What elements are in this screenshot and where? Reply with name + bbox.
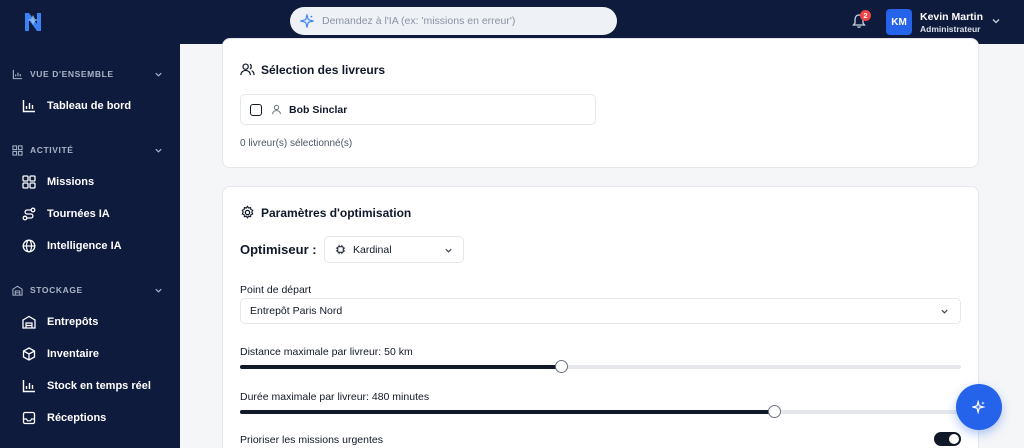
urgent-missions-label: Prioriser les missions urgentes	[240, 434, 383, 446]
user-icon	[272, 104, 281, 115]
selected-drivers-count: 0 livreur(s) sélectionné(s)	[240, 138, 353, 149]
chevron-down-icon[interactable]	[154, 146, 163, 155]
sidebar-item-receptions[interactable]: Réceptions	[22, 409, 106, 427]
notification-badge: 2	[860, 10, 871, 21]
sidebar-item-dashboard[interactable]: Tableau de bord	[22, 97, 131, 115]
sidebar-item-label: Réceptions	[47, 412, 107, 424]
sidebar-item-warehouses[interactable]: Entrepôts	[22, 313, 98, 331]
chevron-down-icon[interactable]	[154, 70, 163, 79]
driver-name: Bob Sinclar	[289, 103, 348, 116]
max-distance-label: Distance maximale par livreur: 50 km	[240, 346, 413, 358]
bar-chart-icon	[22, 380, 35, 393]
toggle-knob	[949, 434, 959, 444]
sidebar-item-label: Entrepôts	[47, 316, 99, 328]
optimizer-label: Optimiseur :	[240, 242, 317, 257]
optimizer-value: Kardinal	[353, 243, 392, 256]
sparkle-icon	[300, 14, 314, 28]
max-distance-slider-fill	[240, 365, 561, 369]
warehouse-icon	[12, 285, 23, 296]
sidebar-item-label: Tableau de bord	[47, 100, 132, 112]
warehouse-icon	[22, 315, 36, 329]
optimization-card-title-text: Paramètres d'optimisation	[261, 205, 412, 220]
sidebar-item-label: Inventaire	[47, 348, 99, 360]
sidebar-item-label: Intelligence IA	[47, 240, 122, 252]
bar-chart-icon	[22, 100, 35, 113]
gear-icon	[241, 205, 254, 219]
chart-icon	[12, 69, 23, 79]
cpu-icon	[335, 244, 346, 255]
user-role: Administrateur	[920, 24, 981, 34]
max-distance-slider-thumb[interactable]	[554, 360, 568, 373]
sidebar-item-inventory[interactable]: Inventaire	[22, 345, 99, 363]
drivers-card-title: Sélection des livreurs	[240, 62, 385, 77]
sidebar-item-label: Missions	[47, 176, 95, 188]
max-duration-label: Durée maximale par livreur: 480 minutes	[240, 391, 430, 403]
sidebar-item-label: Stock en temps réel	[47, 380, 151, 392]
sidebar-section-activity[interactable]: ACTIVITÉ	[12, 143, 74, 157]
grid-icon	[22, 175, 36, 189]
max-duration-slider[interactable]	[240, 405, 961, 418]
ai-search-input[interactable]	[322, 15, 602, 27]
sidebar-item-realtime-stock[interactable]: Stock en temps réel	[22, 377, 151, 395]
optimizer-select[interactable]: Kardinal	[324, 236, 464, 263]
sidebar-item-label: Tournées IA	[47, 208, 110, 220]
max-distance-slider[interactable]	[240, 360, 961, 373]
drivers-card-title-text: Sélection des livreurs	[261, 62, 386, 77]
inbox-icon	[22, 411, 36, 425]
sidebar-section-label: ACTIVITÉ	[30, 145, 74, 155]
chevron-down-icon[interactable]	[991, 16, 1001, 26]
sidebar-section-label: STOCKAGE	[30, 285, 83, 295]
sidebar-section-overview[interactable]: VUE D'ENSEMBLE	[12, 67, 114, 81]
urgent-missions-toggle[interactable]	[934, 432, 961, 446]
app-logo-icon[interactable]	[22, 10, 44, 34]
sidebar-item-ai-routes[interactable]: Tournées IA	[22, 205, 110, 223]
chevron-down-icon	[445, 248, 452, 253]
max-duration-slider-thumb[interactable]	[767, 405, 781, 418]
grid-icon	[12, 144, 23, 156]
chevron-down-icon	[941, 309, 948, 314]
start-point-value: Entrepôt Paris Nord	[250, 305, 343, 317]
driver-checkbox[interactable]	[250, 103, 262, 116]
start-point-select[interactable]: Entrepôt Paris Nord	[240, 298, 961, 324]
sidebar-section-storage[interactable]: STOCKAGE	[12, 283, 83, 297]
start-point-label: Point de départ	[240, 284, 312, 296]
optimization-card-title: Paramètres d'optimisation	[240, 205, 411, 220]
ai-assistant-button[interactable]	[956, 384, 1002, 430]
user-name[interactable]: Kevin Martin	[920, 11, 983, 23]
sidebar-section-label: VUE D'ENSEMBLE	[30, 69, 114, 79]
max-duration-slider-fill	[240, 410, 774, 414]
users-icon	[240, 63, 255, 76]
sidebar-item-ai-intelligence[interactable]: Intelligence IA	[22, 237, 122, 255]
driver-option[interactable]: Bob Sinclar	[240, 94, 596, 125]
sidebar-item-missions[interactable]: Missions	[22, 173, 94, 191]
route-icon	[22, 207, 36, 221]
package-icon	[22, 347, 36, 361]
avatar[interactable]: KM	[886, 9, 912, 35]
ai-search-bar[interactable]	[290, 7, 617, 35]
globe-icon	[22, 239, 36, 253]
sparkle-icon	[972, 400, 986, 414]
chevron-down-icon[interactable]	[154, 286, 163, 295]
